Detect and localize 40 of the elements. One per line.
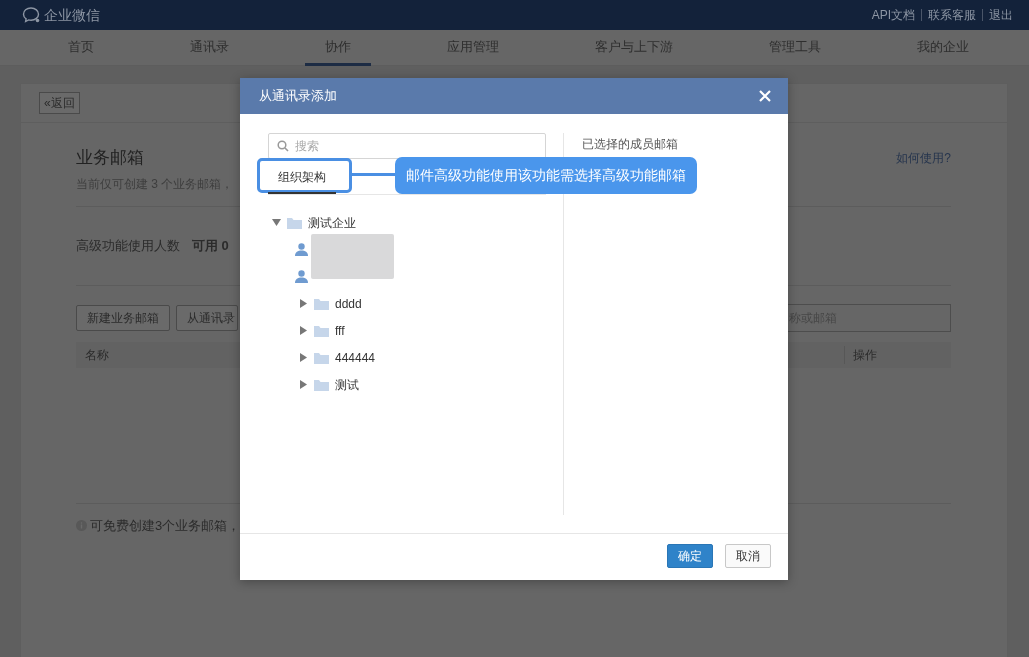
folder-icon [287, 216, 302, 229]
department-label[interactable]: 测试企业 [308, 213, 356, 232]
header-link[interactable]: API文档 [871, 6, 915, 24]
logo-text: 企业微信 [44, 5, 100, 25]
department-label[interactable]: fff [335, 321, 345, 340]
leader-line [352, 173, 395, 176]
expand-arrow-icon[interactable] [299, 299, 308, 308]
folder-icon [314, 297, 329, 310]
toolbar-button[interactable]: 新建业务邮箱 [76, 304, 170, 331]
dialog-title: 从通讯录添加 [259, 87, 337, 106]
usage-value: 可用 0 [192, 236, 229, 255]
toolbar-button[interactable]: 从通讯录 [176, 304, 238, 331]
expand-arrow-icon[interactable] [299, 353, 308, 362]
help-link[interactable]: 如何使用? [896, 149, 951, 167]
selected-heading: 已选择的成员邮箱 [582, 136, 678, 153]
department-label[interactable]: 测试 [335, 375, 359, 394]
logo-icon [22, 6, 41, 24]
header-link[interactable]: 联系客服 [928, 6, 976, 24]
expand-arrow-icon[interactable] [299, 380, 308, 389]
department-label[interactable]: dddd [335, 294, 362, 313]
note-text: 可免费创建3个业务邮箱， [90, 516, 241, 535]
folder-icon [314, 324, 329, 337]
cancel-button[interactable]: 取消 [725, 544, 771, 568]
close-icon[interactable] [759, 90, 771, 102]
person-icon [295, 270, 308, 283]
placeholder-text: 搜索 [295, 138, 319, 155]
back-button[interactable]: «返回 [39, 92, 80, 114]
callout-bubble: 邮件高级功能使用该功能需选择高级功能邮箱 [395, 157, 697, 194]
department-label[interactable]: 444444 [335, 348, 376, 367]
confirm-button[interactable]: 确定 [667, 544, 713, 568]
folder-icon [314, 351, 329, 364]
person-icon [295, 243, 308, 256]
expand-arrow-icon[interactable] [299, 326, 308, 335]
folder-icon [314, 378, 329, 391]
page-title: 业务邮箱 [76, 147, 145, 169]
expand-arrow-icon[interactable] [272, 218, 281, 227]
header-link[interactable]: 退出 [989, 6, 1013, 24]
search-icon [277, 140, 289, 152]
usage-label: 高级功能使用人数 [76, 236, 180, 255]
tab[interactable]: 组织架构 [268, 160, 336, 194]
